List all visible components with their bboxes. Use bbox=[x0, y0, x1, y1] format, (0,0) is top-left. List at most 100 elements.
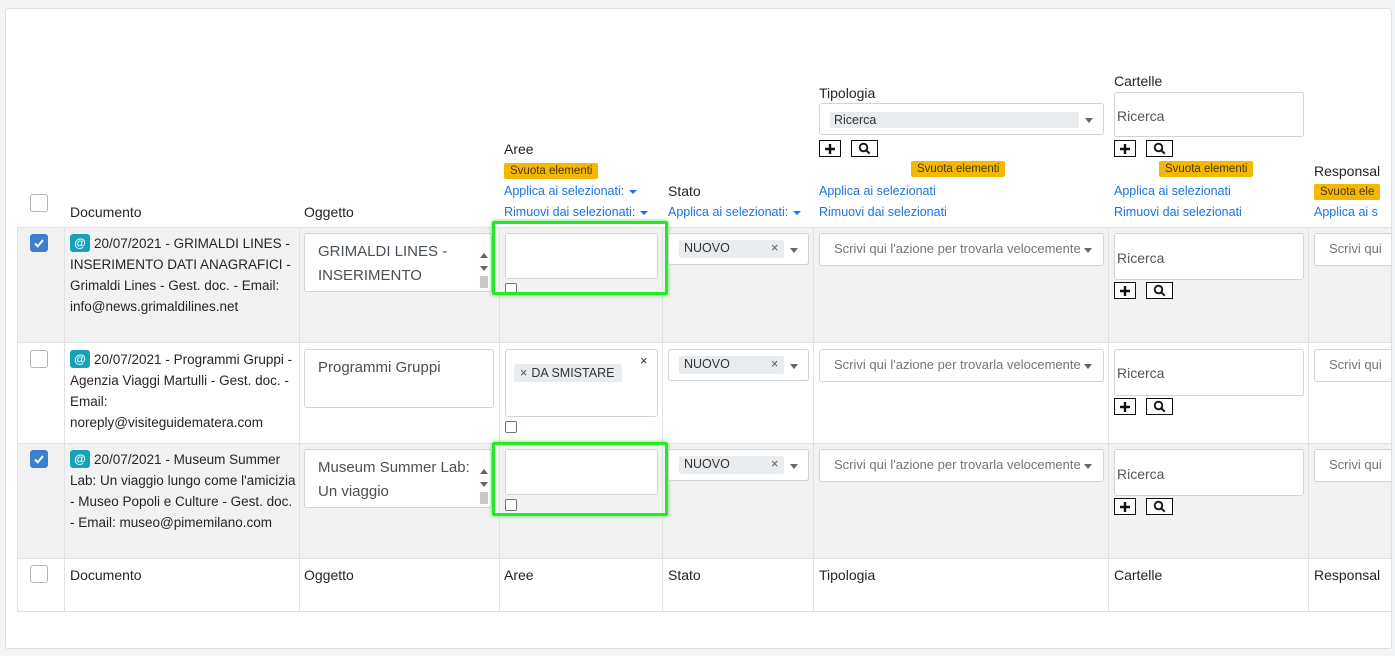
search-icon bbox=[1153, 500, 1166, 513]
check-icon bbox=[34, 455, 44, 464]
row-1-responsabili-select[interactable]: Scrivi qui bbox=[1314, 233, 1391, 266]
row-3-checkbox[interactable] bbox=[30, 450, 48, 468]
row-3-stato-select[interactable]: NUOVO × bbox=[668, 449, 809, 481]
row-2-tipologia-select[interactable]: Scrivi qui l'azione per trovarla velocem… bbox=[819, 349, 1104, 382]
footer-column-cartelle: Cartelle bbox=[1114, 567, 1163, 583]
row-2-stato-value: NUOVO bbox=[684, 357, 730, 371]
remove-icon[interactable]: × bbox=[771, 457, 778, 471]
row-1-cartelle-placeholder: Ricerca bbox=[1117, 250, 1165, 266]
plus-icon bbox=[1120, 501, 1130, 512]
aree-rimuovi-label: Rimuovi dai selezionati: bbox=[504, 205, 636, 219]
row-2-document[interactable]: @20/07/2021 - Programmi Gruppi - Agenzia… bbox=[70, 349, 298, 433]
email-icon: @ bbox=[70, 234, 90, 252]
cartelle-applica-link[interactable]: Applica ai selezionati bbox=[1114, 184, 1231, 198]
row-2-aree-tag: × DA SMISTARE bbox=[514, 364, 623, 382]
footer-column-stato: Stato bbox=[668, 567, 701, 583]
row-2-cartelle-placeholder: Ricerca bbox=[1117, 365, 1165, 381]
footer-column-oggetto: Oggetto bbox=[304, 567, 354, 583]
column-header-cartelle[interactable]: Cartelle bbox=[1114, 73, 1162, 89]
row-1-tipologia-select[interactable]: Scrivi qui l'azione per trovarla velocem… bbox=[819, 233, 1104, 266]
row-2-document-text: 20/07/2021 - Programmi Gruppi - Agenzia … bbox=[70, 352, 293, 430]
row-1-document[interactable]: @20/07/2021 - GRIMALDI LINES - INSERIMEN… bbox=[70, 233, 296, 317]
row-2-oggetto-text: Programmi Gruppi bbox=[318, 359, 441, 376]
row-1-checkbox[interactable] bbox=[30, 234, 48, 252]
row-1-stato-value: NUOVO bbox=[684, 241, 730, 255]
row-2-aree-tag-label: DA SMISTARE bbox=[531, 366, 615, 380]
cartelle-filter-input[interactable]: Ricerca bbox=[1114, 92, 1304, 137]
remove-icon[interactable]: × bbox=[771, 241, 778, 255]
column-header-aree[interactable]: Aree bbox=[504, 141, 534, 157]
tipologia-applica-link[interactable]: Applica ai selezionati bbox=[819, 184, 936, 198]
tipologia-search-button[interactable] bbox=[851, 140, 878, 157]
col-divider bbox=[299, 227, 300, 612]
highlight-box bbox=[492, 221, 668, 295]
col-divider bbox=[17, 227, 18, 612]
chevron-down-icon bbox=[790, 464, 798, 469]
aree-applica-dropdown[interactable]: Applica ai selezionati: bbox=[504, 184, 638, 198]
footer-column-tipologia: Tipologia bbox=[819, 567, 876, 583]
aree-applica-label: Applica ai selezionati: bbox=[504, 184, 625, 198]
search-icon bbox=[1153, 400, 1166, 413]
col-divider bbox=[1308, 227, 1309, 612]
row-3-cartelle-input[interactable]: Ricerca bbox=[1114, 449, 1304, 496]
row-2-responsabili-placeholder: Scrivi qui bbox=[1329, 357, 1382, 372]
tipologia-svuota-button[interactable]: Svuota elementi bbox=[911, 161, 1006, 177]
row-2-stato-select[interactable]: NUOVO × bbox=[668, 349, 809, 381]
chevron-down-icon bbox=[1084, 364, 1092, 369]
row-2-stato-tag: NUOVO × bbox=[679, 356, 784, 374]
footer-select-all-checkbox[interactable] bbox=[30, 565, 48, 583]
row-1-oggetto-textarea[interactable]: GRIMALDI LINES - INSERIMENTO bbox=[304, 233, 492, 292]
aree-rimuovi-dropdown[interactable]: Rimuovi dai selezionati: bbox=[504, 205, 649, 219]
row-1-cartelle-add-button[interactable] bbox=[1114, 282, 1136, 299]
cartelle-filter-placeholder: Ricerca bbox=[1117, 108, 1165, 124]
col-divider bbox=[813, 227, 814, 612]
column-header-tipologia[interactable]: Tipologia bbox=[819, 85, 875, 101]
column-header-documento[interactable]: Documento bbox=[70, 204, 142, 220]
row-2-responsabili-select[interactable]: Scrivi qui bbox=[1314, 349, 1391, 382]
cartelle-add-button[interactable] bbox=[1114, 140, 1136, 157]
row-2-checkbox[interactable] bbox=[30, 350, 48, 368]
col-divider bbox=[64, 227, 65, 612]
responsabili-svuota-button[interactable]: Svuota ele bbox=[1314, 184, 1381, 200]
clear-icon[interactable]: × bbox=[640, 353, 648, 368]
column-header-oggetto[interactable]: Oggetto bbox=[304, 204, 354, 220]
row-3-cartelle-search-button[interactable] bbox=[1146, 498, 1173, 515]
stato-applica-dropdown[interactable]: Applica ai selezionati: bbox=[668, 205, 802, 219]
remove-icon[interactable]: × bbox=[520, 366, 527, 380]
chevron-down-icon bbox=[790, 248, 798, 253]
cartelle-rimuovi-link[interactable]: Rimuovi dai selezionati bbox=[1114, 205, 1242, 219]
aree-svuota-button[interactable]: Svuota elementi bbox=[504, 163, 599, 179]
row-2-aree-checkbox[interactable] bbox=[505, 421, 517, 433]
row-1-stato-select[interactable]: NUOVO × bbox=[668, 233, 809, 265]
plus-icon bbox=[1120, 401, 1130, 412]
cartelle-search-button[interactable] bbox=[1146, 140, 1173, 157]
row-3-tipologia-select[interactable]: Scrivi qui l'azione per trovarla velocem… bbox=[819, 449, 1104, 482]
row-2-cartelle-input[interactable]: Ricerca bbox=[1114, 349, 1304, 396]
row-divider bbox=[17, 227, 1391, 228]
tipologia-filter-select[interactable]: Ricerca bbox=[819, 103, 1104, 135]
tipologia-add-button[interactable] bbox=[819, 140, 841, 157]
chevron-down-icon bbox=[793, 210, 802, 215]
row-2-cartelle-search-button[interactable] bbox=[1146, 398, 1173, 415]
column-header-responsabili[interactable]: Responsal bbox=[1314, 163, 1380, 179]
chevron-down-icon bbox=[1085, 118, 1093, 123]
row-3-document[interactable]: @20/07/2021 - Museum Summer Lab: Un viag… bbox=[70, 449, 296, 533]
row-divider bbox=[17, 558, 1391, 559]
chevron-down-icon bbox=[629, 189, 638, 194]
row-3-stato-tag: NUOVO × bbox=[679, 456, 784, 474]
tipologia-rimuovi-link[interactable]: Rimuovi dai selezionati bbox=[819, 205, 947, 219]
row-3-responsabili-select[interactable]: Scrivi qui bbox=[1314, 449, 1391, 482]
row-2-cartelle-add-button[interactable] bbox=[1114, 398, 1136, 415]
responsabili-applica-link[interactable]: Applica ai s bbox=[1314, 205, 1378, 219]
select-all-checkbox[interactable] bbox=[30, 194, 48, 212]
row-1-cartelle-input[interactable]: Ricerca bbox=[1114, 233, 1304, 280]
cartelle-svuota-button[interactable]: Svuota elementi bbox=[1159, 161, 1254, 177]
row-divider bbox=[17, 443, 1391, 444]
row-1-cartelle-search-button[interactable] bbox=[1146, 282, 1173, 299]
row-3-oggetto-textarea[interactable]: Museum Summer Lab: Un viaggio bbox=[304, 449, 492, 508]
column-header-stato[interactable]: Stato bbox=[668, 183, 701, 199]
row-2-oggetto-textarea[interactable]: Programmi Gruppi bbox=[304, 349, 494, 408]
remove-icon[interactable]: × bbox=[771, 357, 778, 371]
row-2-aree-select[interactable]: × DA SMISTARE × bbox=[505, 349, 658, 417]
row-3-cartelle-add-button[interactable] bbox=[1114, 498, 1136, 515]
